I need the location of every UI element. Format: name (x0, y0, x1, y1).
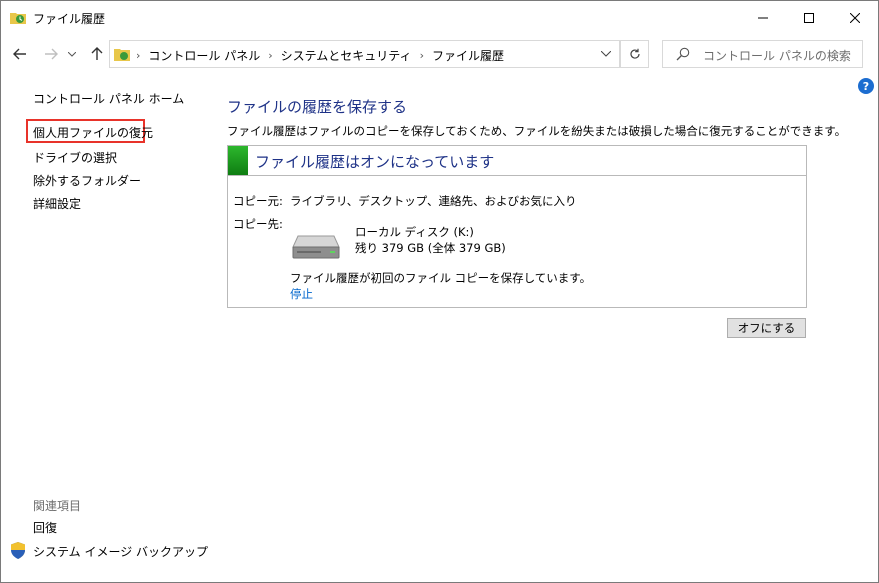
status-panel: ファイル履歴はオンになっています コピー元: ライブラリ、デスクトップ、連絡先、… (227, 145, 807, 308)
up-button[interactable] (87, 45, 107, 63)
copy-from-value: ライブラリ、デスクトップ、連絡先、およびお気に入り (290, 194, 577, 208)
status-header: ファイル履歴はオンになっています (228, 146, 806, 176)
maximize-icon (804, 13, 814, 23)
back-arrow-icon (13, 48, 26, 60)
help-button[interactable]: ? (858, 78, 874, 94)
exclude-folders-link[interactable]: 除外するフォルダー (33, 172, 141, 189)
page-description: ファイル履歴はファイルのコピーを保存しておくため、ファイルを紛失または破損した場… (227, 124, 847, 138)
breadcrumb-separator-icon[interactable]: › (420, 49, 424, 62)
system-image-backup-link[interactable]: システム イメージ バックアップ (33, 543, 208, 560)
chevron-down-icon (68, 51, 76, 57)
stop-link[interactable]: 停止 (290, 286, 313, 302)
drive-icon (292, 235, 340, 259)
close-icon (850, 13, 860, 23)
help-icon: ? (862, 79, 870, 93)
copy-status-text: ファイル履歴が初回のファイル コピーを保存しています。 (290, 271, 592, 285)
search-input[interactable]: コントロール パネルの検索 (703, 47, 851, 64)
chevron-down-icon (601, 51, 611, 57)
breadcrumb-separator-icon[interactable]: › (268, 49, 272, 62)
restore-personal-files-link[interactable]: 個人用ファイルの復元 (33, 124, 153, 141)
breadcrumb-system-security[interactable]: システムとセキュリティ (281, 47, 412, 64)
file-history-icon (114, 49, 130, 61)
breadcrumb-control-panel[interactable]: コントロール パネル (148, 47, 260, 64)
drive-name: ローカル ディスク (K:) (355, 225, 474, 239)
control-panel-home-link[interactable]: コントロール パネル ホーム (33, 90, 184, 107)
see-also-heading: 関連項目 (33, 499, 82, 513)
address-bar[interactable]: › コントロール パネル › システムとセキュリティ › ファイル履歴 (109, 40, 620, 68)
turn-off-button[interactable]: オフにする (727, 318, 806, 338)
forward-arrow-icon (45, 48, 58, 60)
advanced-settings-link[interactable]: 詳細設定 (33, 195, 81, 212)
copy-from-label: コピー元: (233, 194, 283, 208)
navigation-bar: › コントロール パネル › システムとセキュリティ › ファイル履歴 コントロ… (1, 35, 878, 73)
window-title: ファイル履歴 (33, 12, 106, 26)
drive-free-space: 残り 379 GB (全体 379 GB) (355, 241, 506, 255)
shield-icon (11, 542, 25, 559)
minimize-button[interactable] (740, 1, 786, 35)
page-title: ファイルの履歴を保存する (227, 98, 408, 116)
back-button[interactable] (10, 45, 30, 63)
address-dropdown-button[interactable] (594, 41, 618, 67)
maximize-button[interactable] (786, 1, 832, 35)
title-bar: ファイル履歴 (1, 1, 878, 35)
up-arrow-icon (91, 47, 103, 60)
left-pane: コントロール パネル ホーム 個人用ファイルの復元 ドライブの選択 除外するフォ… (1, 73, 211, 582)
search-box[interactable]: コントロール パネルの検索 (662, 40, 863, 68)
refresh-icon (629, 48, 640, 59)
status-title: ファイル履歴はオンになっています (255, 153, 495, 171)
breadcrumb-separator-icon[interactable]: › (136, 49, 140, 62)
select-drive-link[interactable]: ドライブの選択 (33, 149, 117, 166)
minimize-icon (758, 17, 768, 19)
refresh-button[interactable] (620, 40, 649, 68)
status-indicator (228, 146, 248, 175)
recent-locations-button[interactable] (65, 45, 79, 63)
recovery-link[interactable]: 回復 (33, 519, 57, 536)
breadcrumb-file-history[interactable]: ファイル履歴 (432, 47, 504, 64)
search-icon (676, 47, 690, 61)
file-history-window: ファイル履歴 › コントロール パネル › システムとセキュリティ › ファイル… (0, 0, 879, 583)
copy-to-label: コピー先: (233, 217, 283, 231)
close-button[interactable] (832, 1, 878, 35)
forward-button[interactable] (41, 45, 61, 63)
file-history-icon (10, 13, 26, 24)
breadcrumb: › コントロール パネル › システムとセキュリティ › ファイル履歴 (136, 47, 504, 64)
